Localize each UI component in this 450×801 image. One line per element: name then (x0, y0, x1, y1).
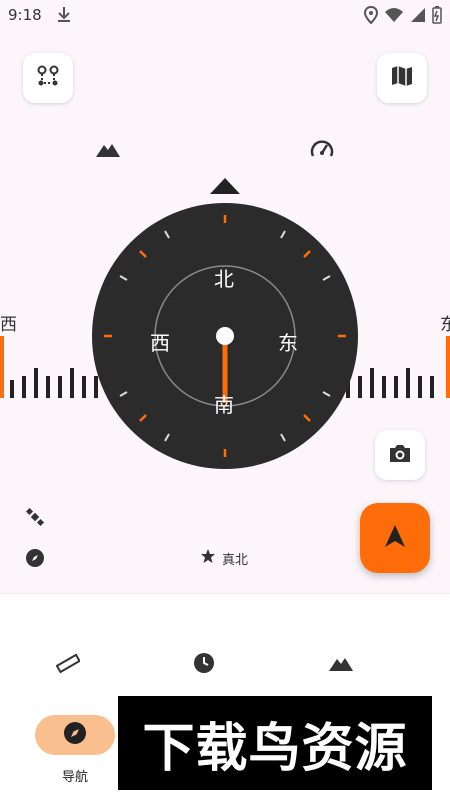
map-icon (389, 63, 415, 93)
star-icon (200, 548, 216, 568)
status-bar: 9:18 (0, 0, 450, 32)
compass-south-label: 南 (214, 393, 234, 417)
battery-icon (432, 6, 442, 28)
status-time: 9:18 (8, 6, 42, 24)
nav-item-navigation-label: 导航 (61, 770, 88, 785)
ruler-icon[interactable] (55, 652, 81, 678)
signal-icon (410, 7, 426, 27)
watermark: 下载鸟资源 (118, 696, 432, 790)
route-button[interactable] (23, 53, 73, 103)
download-icon (56, 6, 72, 28)
satellite-icon[interactable] (25, 507, 45, 531)
camera-button[interactable] (375, 430, 425, 480)
mountain-icon (95, 139, 121, 163)
compass-east-label: 东 (278, 331, 298, 355)
mountain-nav-icon[interactable] (328, 655, 354, 677)
clock-icon[interactable] (193, 652, 215, 678)
speedometer-icon (310, 138, 334, 164)
camera-icon (388, 442, 412, 468)
tape-label-west: 西 (0, 315, 17, 335)
compass-nav-icon (63, 721, 87, 749)
navigation-arrow-icon (382, 523, 408, 553)
map-button[interactable] (377, 53, 427, 103)
location-icon (363, 5, 379, 28)
navigate-fab[interactable] (360, 503, 430, 573)
compass-west-label: 西 (150, 331, 170, 355)
compass-icon[interactable] (25, 548, 45, 572)
wifi-icon (384, 7, 404, 27)
reference-text: 真北 (222, 552, 249, 568)
tape-label-east: 东 (440, 315, 450, 335)
nav-item-navigation[interactable] (35, 715, 115, 755)
compass-dial[interactable]: 北 东 南 西 (92, 203, 358, 469)
heading-indicator-icon (210, 178, 240, 198)
compass-north-label: 北 (214, 267, 234, 291)
status-icons (363, 5, 442, 28)
route-icon (35, 63, 61, 93)
reference-mode[interactable]: 真北 (200, 548, 248, 568)
